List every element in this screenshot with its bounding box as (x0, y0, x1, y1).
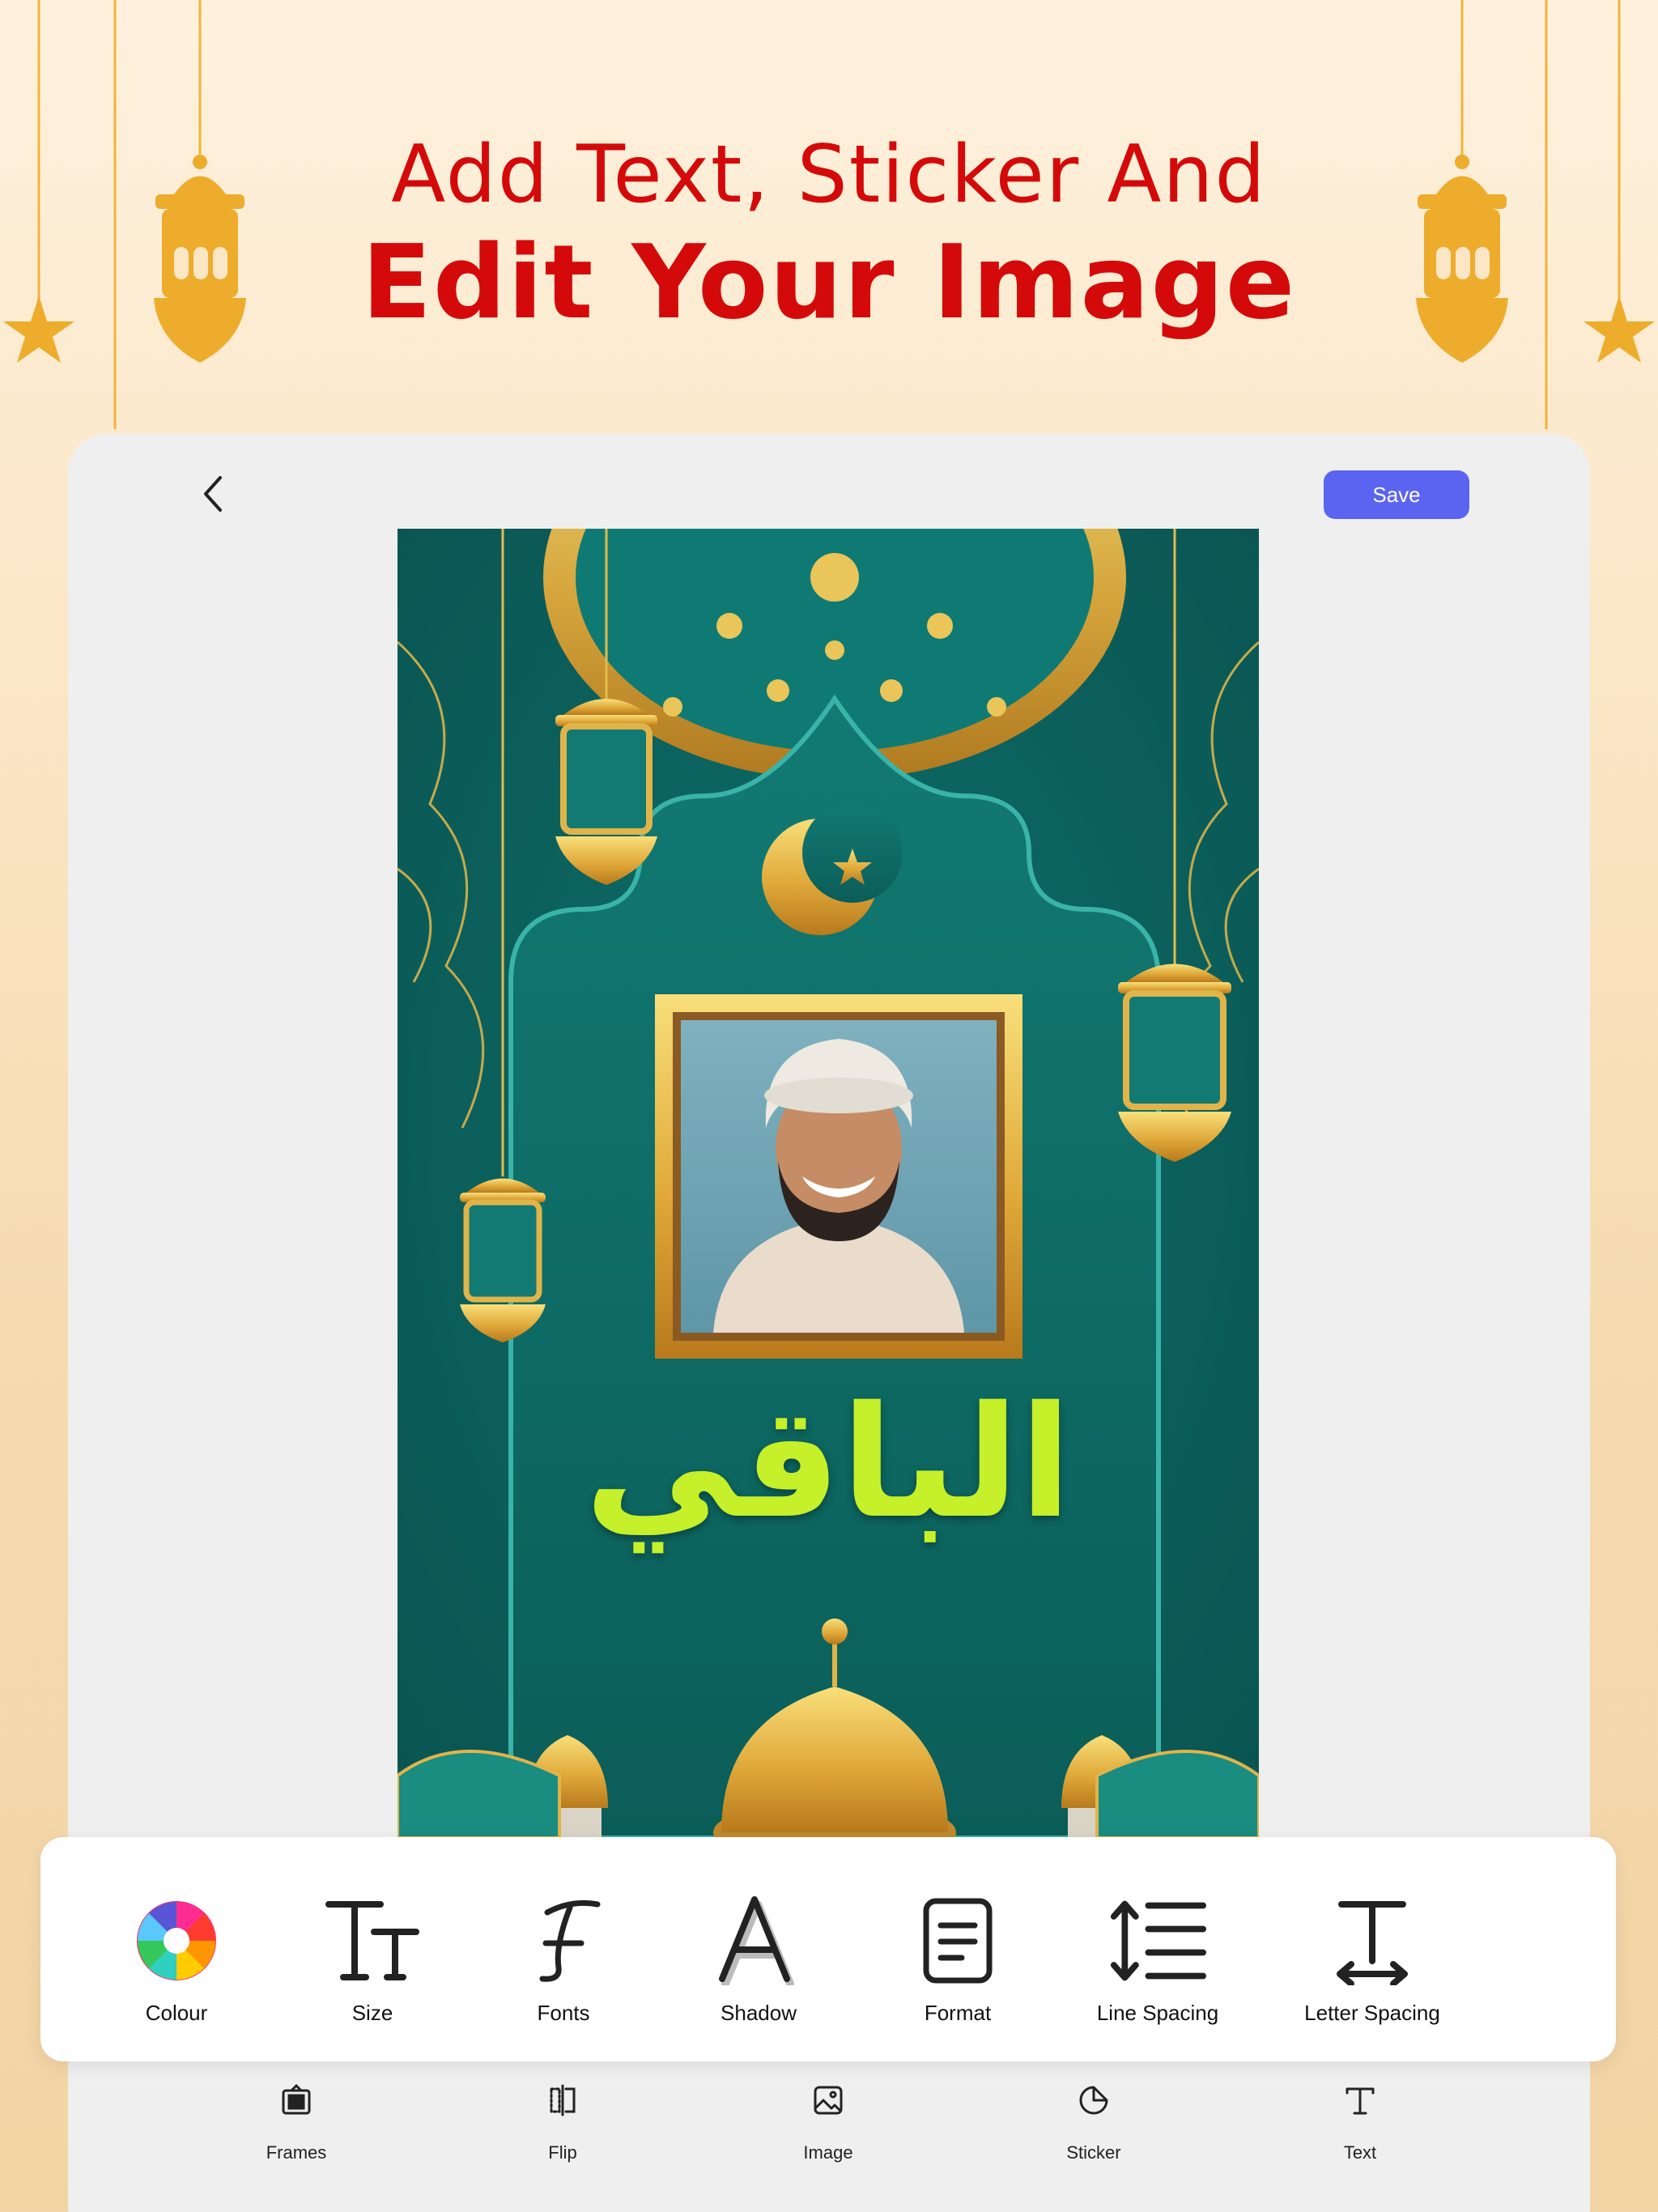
canvas-lantern-1 (555, 699, 657, 885)
nav-sticker-label: Sticker (1066, 2142, 1121, 2163)
template-artwork (397, 529, 1259, 1838)
nav-image[interactable]: Image (755, 2078, 901, 2163)
format-icon (909, 1892, 1006, 1989)
bottom-nav: Frames Flip Image Sticker Text (68, 2061, 1590, 2212)
color-wheel-icon (128, 1892, 225, 1989)
tool-colour-label: Colour (145, 2001, 208, 2025)
tool-shadow-label: Shadow (721, 2001, 797, 2025)
text-size-icon (324, 1892, 421, 1989)
nav-frames[interactable]: Frames (223, 2078, 369, 2163)
tool-format-label: Format (924, 2001, 992, 2025)
nav-flip[interactable]: Flip (490, 2078, 636, 2163)
tool-letter-spacing-label: Letter Spacing (1304, 2001, 1440, 2025)
nav-frames-label: Frames (266, 2142, 327, 2163)
canvas-lantern-2 (460, 1178, 546, 1342)
text-icon (1337, 2078, 1383, 2123)
headline-line-2: Edit Your Image (361, 222, 1297, 342)
canvas-arabic-text[interactable]: الباقي (397, 1371, 1259, 1555)
flip-icon (540, 2078, 585, 2123)
tool-size[interactable]: Size (283, 1837, 461, 2061)
tool-letter-spacing[interactable]: Letter Spacing (1283, 1837, 1461, 2061)
tool-size-label: Size (351, 2001, 393, 2025)
tool-format[interactable]: Format (869, 1837, 1047, 2061)
tool-colour[interactable]: Colour (87, 1837, 266, 2061)
text-tools-toolbar: Colour Size Fonts Shadow Format Line Spa… (40, 1837, 1616, 2061)
text-shadow-icon (710, 1892, 807, 1989)
tool-shadow[interactable]: Shadow (670, 1837, 848, 2061)
frames-icon (274, 2078, 319, 2123)
nav-sticker[interactable]: Sticker (1021, 2078, 1167, 2163)
tool-fonts[interactable]: Fonts (474, 1837, 653, 2061)
sticker-icon (1071, 2078, 1116, 2123)
headline-line-1: Add Text, Sticker And (391, 129, 1267, 221)
nav-text-label: Text (1343, 2142, 1377, 2163)
nav-text[interactable]: Text (1287, 2078, 1433, 2163)
save-button[interactable]: Save (1324, 470, 1469, 519)
tool-line-spacing-label: Line Spacing (1096, 2001, 1219, 2025)
nav-image-label: Image (803, 2142, 853, 2163)
image-canvas[interactable]: الباقي (397, 529, 1259, 1838)
nav-flip-label: Flip (548, 2142, 577, 2163)
chevron-left-icon (204, 476, 222, 512)
font-icon (515, 1892, 612, 1989)
tool-line-spacing[interactable]: Line Spacing (1069, 1837, 1247, 2061)
back-button[interactable] (188, 468, 240, 520)
tool-fonts-label: Fonts (537, 2001, 590, 2025)
image-icon (806, 2078, 851, 2123)
canvas-lantern-3 (1118, 963, 1231, 1162)
line-spacing-icon (1109, 1892, 1206, 1989)
letter-spacing-icon (1324, 1892, 1421, 1989)
headline: Add Text, Sticker And Edit Your Image (0, 130, 1658, 342)
